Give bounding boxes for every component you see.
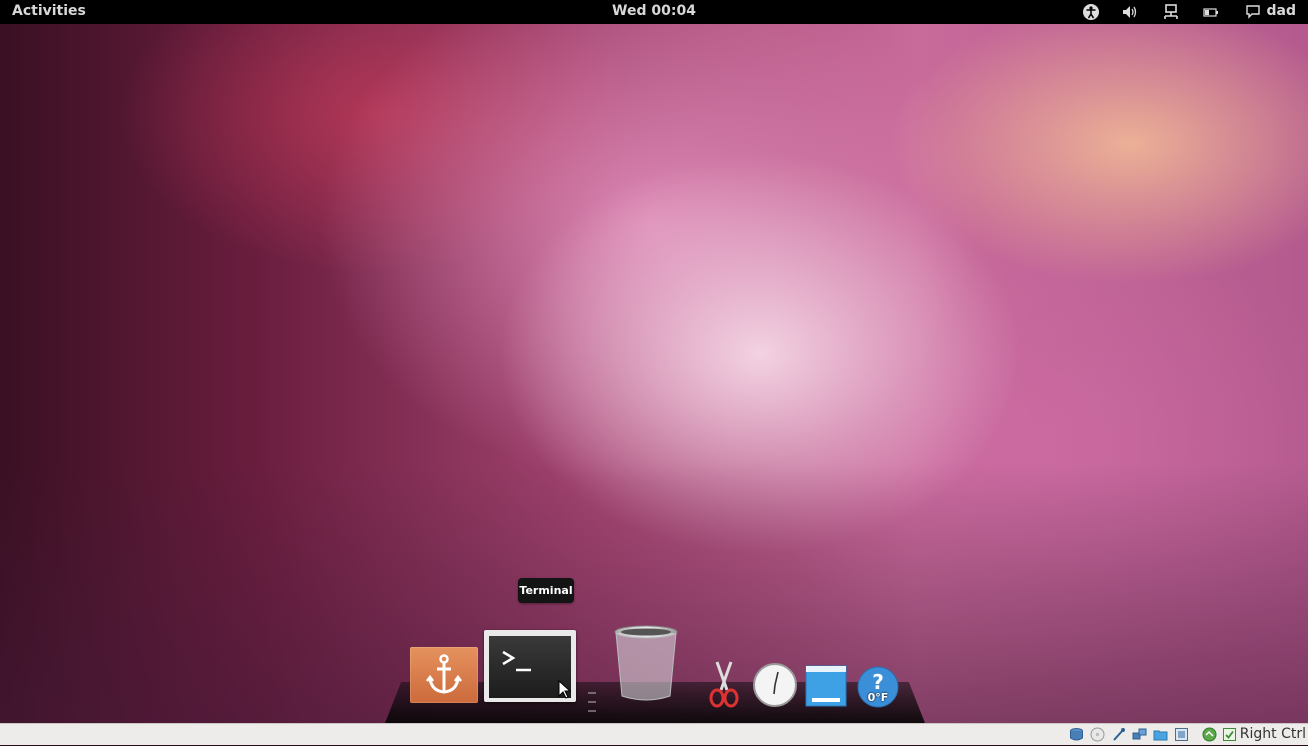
network-adapters-icon[interactable] xyxy=(1132,727,1147,742)
optical-drive-icon[interactable] xyxy=(1090,727,1105,742)
usb-icon[interactable] xyxy=(1111,727,1126,742)
vm-status-bar: Right Ctrl xyxy=(0,723,1308,745)
weather-help-icon[interactable]: ? 0°F xyxy=(856,665,900,709)
desktop-wallpaper xyxy=(0,24,1308,723)
volume-icon[interactable] xyxy=(1121,3,1139,21)
video-capture-icon[interactable] xyxy=(1174,727,1189,742)
trash-icon[interactable] xyxy=(612,624,680,704)
window-icon[interactable] xyxy=(804,664,848,708)
dock-tooltip: Terminal xyxy=(518,578,574,603)
battery-icon[interactable] xyxy=(1202,3,1220,21)
accessibility-icon[interactable] xyxy=(1082,3,1100,21)
host-key-label: Right Ctrl xyxy=(1239,726,1306,742)
hard-disk-icon[interactable] xyxy=(1069,727,1084,742)
weather-temperature: 0°F xyxy=(867,691,889,704)
host-key-indicator-icon[interactable] xyxy=(1222,727,1237,742)
network-icon[interactable] xyxy=(1162,3,1180,21)
shared-folders-icon[interactable] xyxy=(1153,727,1168,742)
top-panel: Activities Wed 00:04 dad xyxy=(0,0,1308,24)
anchor-app-icon[interactable] xyxy=(410,647,478,703)
mouse-cursor-icon xyxy=(558,680,572,699)
user-menu[interactable]: dad xyxy=(1245,3,1297,19)
user-name: dad xyxy=(1266,3,1297,19)
dock-separator xyxy=(587,690,597,716)
clock-button[interactable]: Wed 00:04 xyxy=(0,3,1308,19)
chat-status-icon xyxy=(1245,5,1260,19)
clock-icon[interactable] xyxy=(752,662,798,708)
mouse-integration-icon[interactable] xyxy=(1202,727,1217,742)
terminal-icon[interactable] xyxy=(484,630,576,702)
scissors-icon[interactable] xyxy=(705,660,743,710)
